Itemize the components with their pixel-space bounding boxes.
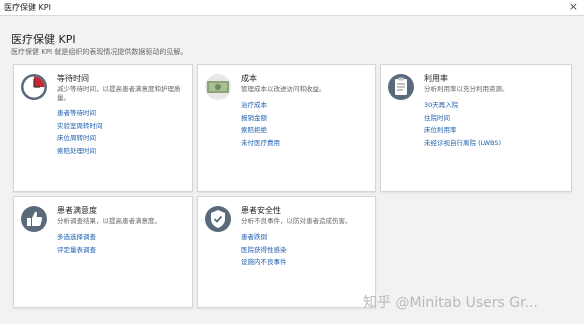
- card-cost: 成本 管理成本以改进访问和收益。 治疗成本 报销金额 索赔拒绝 未付医疗费用: [197, 64, 376, 192]
- link-treatment-cost[interactable]: 治疗成本: [241, 99, 280, 112]
- link-patient-wait-time[interactable]: 患者等待时间: [57, 107, 103, 120]
- card-title: 利用率: [424, 74, 448, 83]
- clock-icon: [20, 73, 48, 101]
- link-30-day-readmission[interactable]: 30天再入院: [424, 99, 501, 112]
- card-links: 治疗成本 报销金额 索赔拒绝 未付医疗费用: [241, 99, 280, 149]
- link-claim-processing-time[interactable]: 索赔处理时间: [57, 145, 103, 158]
- close-button[interactable]: ×: [569, 0, 578, 14]
- card-title: 等待时间: [57, 74, 89, 83]
- card-description: 管理成本以改进访问和收益。: [241, 85, 326, 93]
- link-lab-turnaround-time[interactable]: 实验室周转时间: [57, 120, 103, 133]
- card-description: 减少等待时间，以提高患者满意度和护理质量。: [57, 85, 181, 102]
- money-icon: [204, 73, 232, 101]
- card-patient-safety: 患者安全性 分析不良事件，以防对患者造成伤害。 患者跌倒 医院获得性感染 设施内…: [197, 196, 376, 308]
- thumbs-up-icon: [20, 205, 48, 233]
- link-lwbs[interactable]: 未经诊视自行离院 (LWBS): [424, 137, 501, 150]
- card-patient-satisfaction: 患者满意度 分析调查结果，以提高患者满意度。 多选选择调查 评定量表调查: [13, 196, 193, 308]
- kpi-dashboard: 医疗保健 KPI 医疗保健 KPI 就是组织的表现情况提供数据驱动的见解。 等待…: [0, 16, 584, 324]
- link-unpaid-medical-bills[interactable]: 未付医疗费用: [241, 137, 280, 150]
- clipboard-icon: [387, 73, 415, 101]
- card-description: 分析不良事件，以防对患者造成伤害。: [241, 217, 352, 225]
- link-reimbursement-amount[interactable]: 报销金额: [241, 112, 280, 125]
- card-links: 30天再入院 住院时间 床位利用率 未经诊视自行离院 (LWBS): [424, 99, 501, 149]
- card-links: 多选选择调查 评定量表调查: [57, 231, 96, 256]
- link-claim-denial[interactable]: 索赔拒绝: [241, 124, 280, 137]
- link-bed-turnaround-time[interactable]: 床位周转时间: [57, 132, 103, 145]
- link-multiple-choice-survey[interactable]: 多选选择调查: [57, 231, 96, 244]
- page-title: 医疗保健 KPI: [11, 33, 76, 46]
- card-links: 患者等待时间 实验室周转时间 床位周转时间 索赔处理时间: [57, 107, 103, 157]
- link-length-of-stay[interactable]: 住院时间: [424, 112, 501, 125]
- card-title: 患者安全性: [241, 206, 281, 215]
- window-titlebar: 医疗保健 KPI ×: [0, 0, 584, 16]
- card-utilization: 利用率 分析利用率以充分利用资源。 30天再入院 住院时间 床位利用率 未经诊视…: [380, 64, 572, 192]
- card-wait-time: 等待时间 减少等待时间，以提高患者满意度和护理质量。 患者等待时间 实验室周转时…: [13, 64, 193, 192]
- watermark: 知乎 @Minitab Users Gr...: [363, 295, 538, 311]
- link-bed-utilization[interactable]: 床位利用率: [424, 124, 501, 137]
- link-in-facility-adverse-events[interactable]: 设施内不良事件: [241, 256, 287, 269]
- card-title: 患者满意度: [57, 206, 97, 215]
- card-links: 患者跌倒 医院获得性感染 设施内不良事件: [241, 231, 287, 269]
- card-title: 成本: [241, 74, 257, 83]
- card-description: 分析利用率以充分利用资源。: [424, 85, 509, 93]
- link-rating-scale-survey[interactable]: 评定量表调查: [57, 244, 96, 257]
- shield-check-icon: [204, 205, 232, 233]
- page-subtitle: 医疗保健 KPI 就是组织的表现情况提供数据驱动的见解。: [11, 48, 188, 56]
- window-title: 医疗保健 KPI: [4, 3, 51, 12]
- link-patient-falls[interactable]: 患者跌倒: [241, 231, 287, 244]
- link-hospital-acquired-infection[interactable]: 医院获得性感染: [241, 244, 287, 257]
- card-description: 分析调查结果，以提高患者满意度。: [57, 217, 161, 225]
